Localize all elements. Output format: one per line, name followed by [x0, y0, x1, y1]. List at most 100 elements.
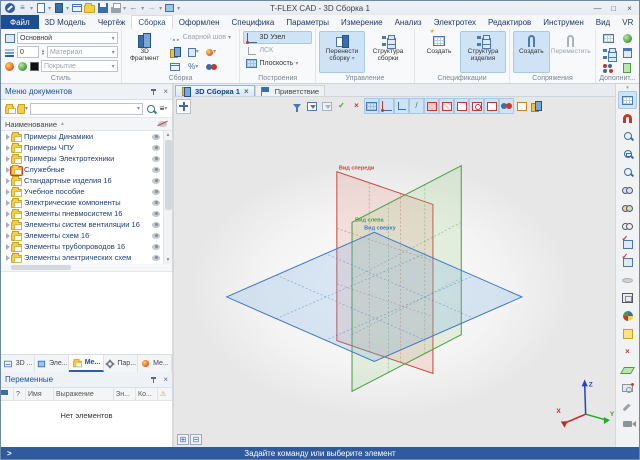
view-cube-button[interactable] [618, 289, 637, 307]
paint-fragment-icon[interactable]: ▾ [206, 47, 217, 58]
close-panel-icon[interactable]: × [163, 375, 168, 384]
tree-item[interactable]: Элементы систем вентиляции 16 [1, 219, 163, 230]
dropdown-caret-icon[interactable]: ▾ [48, 5, 51, 12]
tree-item[interactable]: Стандартные изделия 16 [1, 175, 163, 186]
variables-column-0[interactable]: ? [14, 388, 26, 400]
maximize-button[interactable]: □ [606, 2, 621, 14]
material-select[interactable]: Материал▾ [47, 46, 118, 58]
tree-scrollbar[interactable]: ▲ ▼ [163, 131, 172, 264]
tree-item[interactable]: Примеры Электротехники [1, 153, 163, 164]
visibility-eye-icon[interactable] [152, 219, 163, 230]
video-camera-button[interactable] [618, 415, 637, 433]
zoom-all-button[interactable] [618, 163, 637, 181]
assembly-structure-button[interactable]: Структурасборки [365, 31, 411, 73]
tab-чертёж[interactable]: Чертёж [92, 15, 132, 29]
style-select[interactable]: Основной▾ [17, 32, 118, 44]
expand-arrow-icon[interactable] [4, 252, 11, 263]
parameters-box-button[interactable] [622, 63, 633, 74]
structure-tree-button[interactable] [603, 48, 614, 59]
select-3d-nodes-button[interactable] [394, 98, 409, 114]
visibility-eye-icon[interactable] [152, 186, 163, 197]
new-document-button[interactable] [35, 3, 46, 14]
dock-tab-4[interactable]: Ме... [138, 355, 172, 372]
layer-spinner[interactable]: ▲▼ [41, 49, 45, 55]
expand-arrow-icon[interactable] [4, 175, 11, 186]
tab-специфика[interactable]: Специфика [226, 15, 281, 29]
bom-table-button[interactable] [603, 33, 614, 44]
tab-электротех[interactable]: Электротех [428, 15, 482, 29]
scroll-up-icon[interactable]: ▲ [166, 131, 171, 139]
tree-item[interactable]: Элементы пневмосистем 16 [1, 208, 163, 219]
expand-arrow-icon[interactable] [4, 153, 11, 164]
close-tab-icon[interactable]: × [244, 87, 249, 96]
tree-item[interactable]: Примеры Динамики [1, 131, 163, 142]
expand-arrow-icon[interactable] [4, 142, 11, 153]
search-icon[interactable] [145, 103, 156, 114]
select-profiles-button[interactable]: / [409, 98, 424, 114]
layer-number-input[interactable]: 0 [17, 46, 39, 58]
display-shaded-button[interactable] [618, 199, 637, 217]
selection-filter-button[interactable] [289, 98, 304, 114]
display-hidden-lines-button[interactable] [618, 217, 637, 235]
tree-item[interactable]: Служебные [1, 164, 163, 175]
move-assembly-button[interactable]: Перенестисборку ▾ [319, 31, 365, 73]
tree-item[interactable]: Примеры ЧПУ [1, 142, 163, 153]
expand-arrow-icon[interactable] [4, 131, 11, 142]
open-folder-icon[interactable]: ▾ [17, 103, 28, 114]
redo-button[interactable]: → [146, 3, 157, 14]
clear-filter-button[interactable]: × [349, 98, 364, 114]
visibility-eye-icon[interactable] [152, 175, 163, 186]
view-list-icon[interactable]: ≡▾ [158, 103, 169, 114]
tab-редактиров[interactable]: Редактиров [482, 15, 537, 29]
fragments-icon[interactable] [170, 47, 181, 58]
visibility-eye-icon[interactable] [152, 131, 163, 142]
export-window-icon[interactable] [170, 62, 181, 73]
zoom-in-button[interactable] [618, 127, 637, 145]
select-operations-button[interactable] [424, 98, 439, 114]
expand-arrow-icon[interactable] [4, 219, 11, 230]
dropdown-caret-icon[interactable]: ▾ [177, 5, 180, 12]
tree-item[interactable]: Элементы трубопроводов 16 [1, 241, 163, 252]
dock-tab-0[interactable]: 3D ... [1, 355, 35, 372]
viewport[interactable]: 3D Сборка 1 × Приветствие ✓×/ [174, 84, 615, 447]
visibility-eye-icon[interactable] [152, 197, 163, 208]
move-mate-button[interactable]: Переместить [550, 31, 592, 73]
tab-вид[interactable]: Вид [590, 15, 616, 29]
variables-flag-column[interactable] [1, 388, 14, 400]
tree-item[interactable]: Электрические компоненты [1, 197, 163, 208]
page-layout-button[interactable]: ⊞ [177, 434, 189, 445]
filter-by-window-button[interactable] [304, 98, 319, 114]
select-workplanes-button[interactable] [364, 98, 379, 114]
select-loops-button[interactable] [469, 98, 484, 114]
lcs-button[interactable]: ЛСК [243, 44, 312, 57]
render-button[interactable] [622, 33, 633, 44]
variables-column-3[interactable]: Зн... [114, 388, 136, 400]
3d-node-button[interactable]: 3D Узел [243, 31, 312, 44]
window-list-button[interactable] [71, 3, 82, 14]
select-tool-button[interactable] [176, 99, 191, 114]
section-plane-button[interactable] [618, 271, 637, 289]
select-faces-button[interactable] [454, 98, 469, 114]
create-specification-button[interactable]: Создать [418, 31, 460, 73]
select-edges-button[interactable] [484, 98, 499, 114]
paint-icon[interactable] [4, 61, 15, 72]
tab-welcome[interactable]: Приветствие [255, 85, 325, 96]
select-surfaces-button[interactable] [439, 98, 454, 114]
zoom-window-button[interactable] [618, 145, 637, 163]
tab-измерение[interactable]: Измерение [335, 15, 389, 29]
tree-item[interactable]: Элементы электрических схем [1, 252, 163, 263]
select-welds-button[interactable] [529, 98, 544, 114]
workplane-view-button[interactable] [618, 361, 637, 379]
edit-fragment-icon[interactable]: ▾ [188, 47, 199, 58]
search-input[interactable]: ▾ [30, 103, 143, 115]
visibility-eye-icon[interactable] [152, 252, 163, 263]
close-button[interactable]: × [622, 2, 637, 14]
visibility-selected-button[interactable]: ✓ [618, 253, 637, 271]
tab-инструмен[interactable]: Инструмен [537, 15, 589, 29]
material-view-button[interactable] [618, 325, 637, 343]
save-document-button[interactable] [97, 3, 108, 14]
pin-icon[interactable] [148, 86, 159, 97]
print-button[interactable] [110, 3, 121, 14]
plane-button[interactable]: Плоскость▾ [243, 57, 312, 70]
relations-button[interactable] [603, 63, 614, 74]
